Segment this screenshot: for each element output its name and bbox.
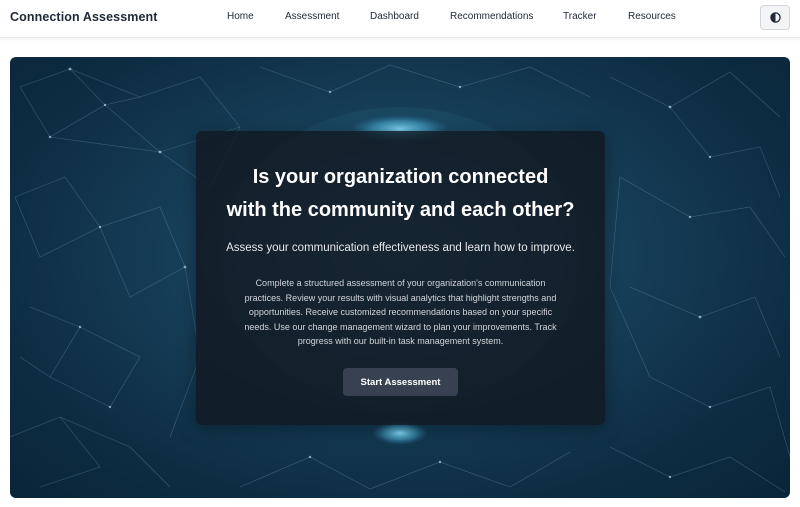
nav-link-home[interactable]: Home [227, 11, 254, 22]
nav-link-assessment[interactable]: Assessment [285, 11, 339, 22]
hero-description: Complete a structured assessment of your… [244, 278, 557, 346]
hero-headline: Is your organization connected with the … [196, 161, 605, 227]
nav-link-tracker[interactable]: Tracker [563, 11, 597, 22]
top-navbar: Connection Assessment Home Assessment Da… [0, 0, 800, 38]
nav-link-dashboard[interactable]: Dashboard [370, 11, 419, 22]
hero-card: Is your organization connected with the … [196, 131, 605, 425]
hero-headline-line2: with the community and each other? [226, 199, 575, 221]
nav-link-resources[interactable]: Resources [628, 11, 676, 22]
hero-headline-line1: Is your organization connected [252, 166, 549, 188]
nav-links: Home Assessment Dashboard Recommendation… [0, 11, 800, 27]
hero-subheadline: Assess your communication effectiveness … [226, 242, 575, 254]
contrast-icon [769, 12, 781, 23]
theme-toggle-button[interactable] [760, 5, 790, 30]
start-assessment-button[interactable]: Start Assessment [343, 368, 458, 396]
hero-section: Is your organization connected with the … [10, 57, 790, 498]
nav-link-recommendations[interactable]: Recommendations [450, 11, 533, 22]
